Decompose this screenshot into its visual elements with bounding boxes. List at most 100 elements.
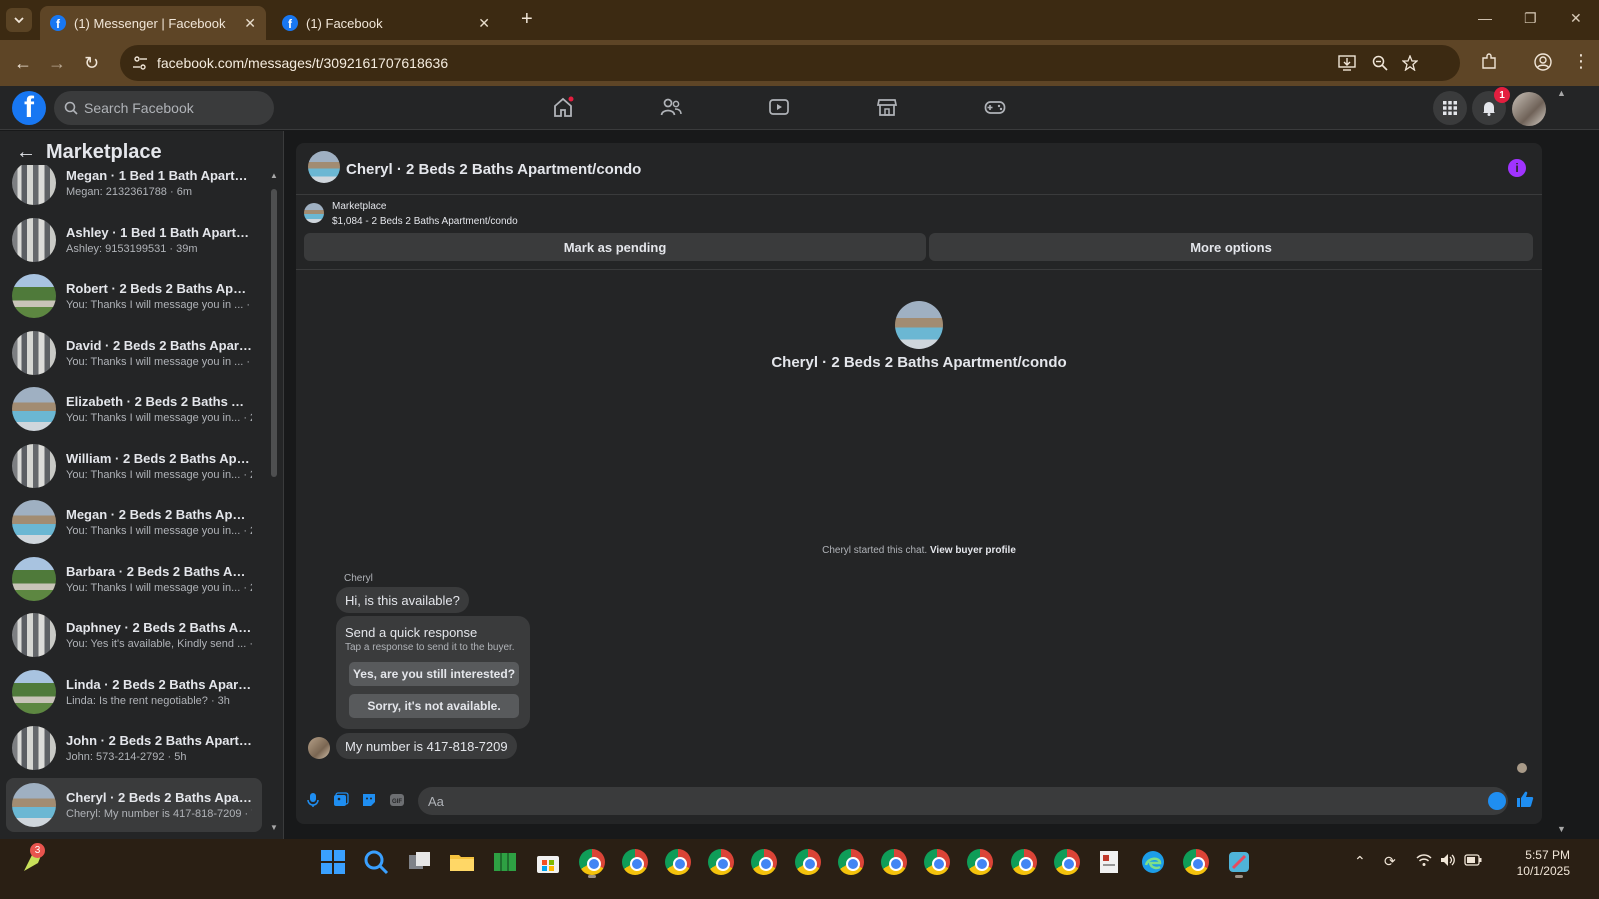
conversation-item[interactable]: William · 2 Beds 2 Baths Apart... You: Th… [6, 439, 262, 493]
quick-reply-yes-button[interactable]: Yes, are you still interested? [349, 662, 519, 686]
conversation-item[interactable]: Daphney · 2 Beds 2 Baths Apart... You: Ye… [6, 608, 262, 662]
chrome-icon[interactable] [795, 849, 821, 875]
chat-listing-thumbnail[interactable] [308, 151, 340, 183]
search-icon[interactable] [363, 849, 389, 875]
install-app-icon[interactable] [1338, 55, 1356, 71]
page-scrollbar[interactable]: ▲ ▼ [1556, 86, 1568, 838]
back-arrow-icon[interactable]: ← [16, 141, 36, 164]
thumbs-up-icon[interactable] [1516, 790, 1534, 808]
wifi-icon[interactable] [1416, 853, 1432, 867]
chrome-icon[interactable] [665, 849, 691, 875]
marketplace-icon[interactable] [876, 96, 898, 118]
conversation-item-selected[interactable]: Cheryl · 2 Beds 2 Baths Apartm... Cheryl:… [6, 778, 262, 832]
message-input[interactable] [428, 787, 1468, 815]
menu-grid-button[interactable] [1433, 91, 1467, 125]
bookmark-star-icon[interactable] [1402, 55, 1418, 71]
gif-icon[interactable]: GIF [389, 792, 405, 808]
conversation-item[interactable]: Elizabeth · 2 Beds 2 Baths Apart... You: … [6, 382, 262, 436]
site-settings-icon[interactable] [132, 55, 148, 71]
spreadsheet-app-icon[interactable] [492, 849, 518, 875]
mark-as-pending-button[interactable]: Mark as pending [304, 233, 926, 261]
conversation-item[interactable]: Ashley · 1 Bed 1 Bath Apartment... Ashley… [6, 213, 262, 267]
view-buyer-profile-link[interactable]: View buyer profile [930, 545, 1016, 556]
restore-icon[interactable]: ❐ [1524, 10, 1537, 27]
tab-search-button[interactable] [6, 8, 32, 32]
tab-facebook[interactable]: f (1) Facebook ✕ [272, 6, 500, 40]
store-icon[interactable] [535, 849, 561, 875]
chrome-icon[interactable] [924, 849, 950, 875]
search-box[interactable] [54, 91, 274, 125]
edge-icon[interactable] [1140, 849, 1166, 875]
friends-icon[interactable] [660, 96, 682, 118]
sticker-icon[interactable] [361, 792, 377, 808]
menu-icon[interactable]: ⋮ [1572, 51, 1590, 72]
scroll-up-icon[interactable]: ▲ [270, 171, 278, 180]
chrome-icon[interactable] [579, 849, 605, 875]
gaming-icon[interactable] [984, 96, 1006, 118]
video-icon[interactable] [768, 96, 790, 118]
listing-thumbnail [12, 726, 56, 770]
close-window-icon[interactable]: ✕ [1570, 10, 1582, 27]
emoji-icon[interactable] [1488, 792, 1506, 810]
conversation-item[interactable]: David · 2 Beds 2 Baths Apartme... You: Th… [6, 326, 262, 380]
account-avatar[interactable] [1512, 92, 1546, 126]
scroll-down-icon[interactable]: ▼ [1557, 824, 1566, 834]
conversation-item[interactable]: John · 2 Beds 2 Baths Apartmen... John: 5… [6, 721, 262, 775]
back-icon[interactable]: ← [14, 53, 32, 74]
show-hidden-icons[interactable]: ⌃ [1354, 853, 1366, 870]
scroll-down-icon[interactable]: ▼ [270, 823, 278, 832]
zoom-icon[interactable] [1372, 55, 1388, 71]
profile-icon[interactable] [1534, 53, 1552, 71]
snipping-tool-icon[interactable] [1226, 849, 1252, 875]
minimize-icon[interactable]: — [1478, 10, 1492, 26]
file-explorer-icon[interactable] [449, 849, 475, 875]
scrollbar-thumb[interactable] [271, 189, 277, 477]
conversation-item[interactable]: Barbara · 2 Beds 2 Baths Apart... You: Th… [6, 552, 262, 606]
sync-icon[interactable]: ⟳ [1384, 853, 1396, 870]
conversation-name: Barbara · 2 Beds 2 Baths Apart... [66, 564, 252, 579]
conversation-name: Linda · 2 Beds 2 Baths Apartme... [66, 677, 252, 692]
chrome-icon[interactable] [751, 849, 777, 875]
tab-messenger[interactable]: f (1) Messenger | Facebook ✕ [40, 6, 266, 40]
message-composer[interactable] [418, 787, 1508, 815]
chrome-icon[interactable] [622, 849, 648, 875]
conversation-preview: Cheryl: My number is 417-818-7209 · 7h [66, 808, 252, 820]
close-tab-icon[interactable]: ✕ [478, 15, 490, 32]
more-options-button[interactable]: More options [929, 233, 1533, 261]
chrome-icon[interactable] [838, 849, 864, 875]
chat-title[interactable]: Cheryl · 2 Beds 2 Baths Apartment/condo [346, 161, 641, 178]
scroll-up-icon[interactable]: ▲ [1557, 88, 1566, 98]
microphone-icon[interactable] [306, 792, 320, 808]
battery-icon[interactable] [1464, 854, 1482, 866]
chrome-icon[interactable] [1183, 849, 1209, 875]
chrome-icon[interactable] [881, 849, 907, 875]
extensions-icon[interactable] [1480, 53, 1498, 71]
volume-icon[interactable] [1440, 853, 1456, 867]
address-bar[interactable]: facebook.com/messages/t/3092161707618636 [120, 45, 1460, 81]
info-icon[interactable]: i [1508, 159, 1526, 177]
sidebar-scrollbar[interactable]: ▲ ▼ [270, 171, 278, 832]
chrome-icon[interactable] [1054, 849, 1080, 875]
windows-start-icon[interactable] [320, 849, 346, 875]
close-tab-icon[interactable]: ✕ [244, 15, 256, 32]
chrome-icon[interactable] [1011, 849, 1037, 875]
forward-icon[interactable]: → [48, 53, 66, 74]
conversation-item[interactable]: Megan · 1 Bed 1 Bath Apartmen... Megan: 2… [6, 165, 262, 210]
conversation-item[interactable]: Robert · 2 Beds 2 Baths Apartm... You: Th… [6, 269, 262, 323]
reload-icon[interactable]: ↻ [84, 53, 99, 74]
notifications-button[interactable]: 1 [1472, 87, 1510, 125]
facebook-logo-icon[interactable]: f [12, 91, 46, 125]
photo-icon[interactable] [333, 792, 349, 808]
chrome-icon[interactable] [967, 849, 993, 875]
conversation-item[interactable]: Linda · 2 Beds 2 Baths Apartme... Linda: … [6, 665, 262, 719]
task-view-icon[interactable] [407, 849, 433, 875]
system-clock[interactable]: 5:57 PM 10/1/2025 [1490, 847, 1570, 879]
search-input[interactable] [84, 91, 264, 125]
new-tab-button[interactable]: + [521, 8, 533, 31]
document-app-icon[interactable] [1097, 849, 1123, 875]
chrome-icon[interactable] [708, 849, 734, 875]
home-icon[interactable] [552, 96, 574, 118]
listing-thumbnail [12, 613, 56, 657]
conversation-item[interactable]: Megan · 2 Beds 2 Baths Apartm... You: Tha… [6, 495, 262, 549]
quick-reply-no-button[interactable]: Sorry, it's not available. [349, 694, 519, 718]
